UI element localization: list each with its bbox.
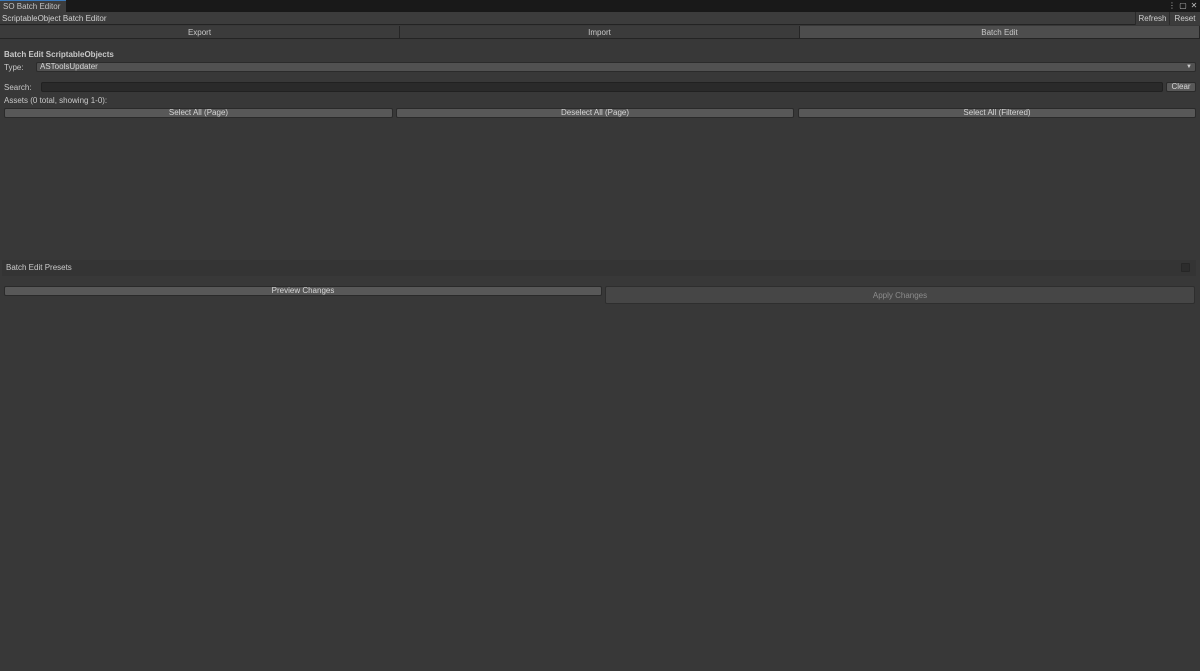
assets-summary: Assets (0 total, showing 1-0): <box>4 96 108 105</box>
page-title: ScriptableObject Batch Editor <box>2 14 107 23</box>
presets-toggle[interactable] <box>1181 263 1190 272</box>
select-all-filtered-button[interactable]: Select All (Filtered) <box>798 108 1196 118</box>
window-controls: ⋮ ▢ ✕ <box>1168 0 1198 12</box>
editor-header: ScriptableObject Batch Editor Refresh Re… <box>0 12 1200 25</box>
select-all-page-button[interactable]: Select All (Page) <box>4 108 393 118</box>
chevron-down-icon: ▼ <box>1186 64 1192 70</box>
batch-edit-presets-foldout[interactable]: Batch Edit Presets <box>2 260 1196 276</box>
tab-export[interactable]: Export <box>0 26 400 39</box>
search-input[interactable] <box>41 82 1163 92</box>
reset-button[interactable]: Reset <box>1169 12 1200 25</box>
maximize-icon[interactable]: ▢ <box>1179 0 1187 12</box>
refresh-button[interactable]: Refresh <box>1135 12 1169 25</box>
more-options-icon[interactable]: ⋮ <box>1168 0 1176 12</box>
asset-list <box>3 120 1196 258</box>
tab-import[interactable]: Import <box>400 26 800 39</box>
type-label: Type: <box>4 63 24 72</box>
type-dropdown[interactable]: ASToolsUpdater ▼ <box>36 62 1196 72</box>
preview-changes-button[interactable]: Preview Changes <box>4 286 602 296</box>
type-dropdown-value: ASToolsUpdater <box>40 62 98 71</box>
section-title: Batch Edit ScriptableObjects <box>4 50 114 59</box>
search-label: Search: <box>4 83 32 92</box>
tab-batch-edit[interactable]: Batch Edit <box>800 26 1200 39</box>
deselect-all-page-button[interactable]: Deselect All (Page) <box>396 108 794 118</box>
clear-button[interactable]: Clear <box>1166 82 1196 92</box>
main-tabs: Export Import Batch Edit <box>0 26 1200 39</box>
window-tab[interactable]: SO Batch Editor <box>0 0 66 12</box>
apply-changes-button[interactable]: Apply Changes <box>605 286 1195 304</box>
presets-label: Batch Edit Presets <box>6 263 72 272</box>
close-icon[interactable]: ✕ <box>1190 0 1198 12</box>
window-tab-strip: SO Batch Editor ⋮ ▢ ✕ <box>0 0 1200 12</box>
